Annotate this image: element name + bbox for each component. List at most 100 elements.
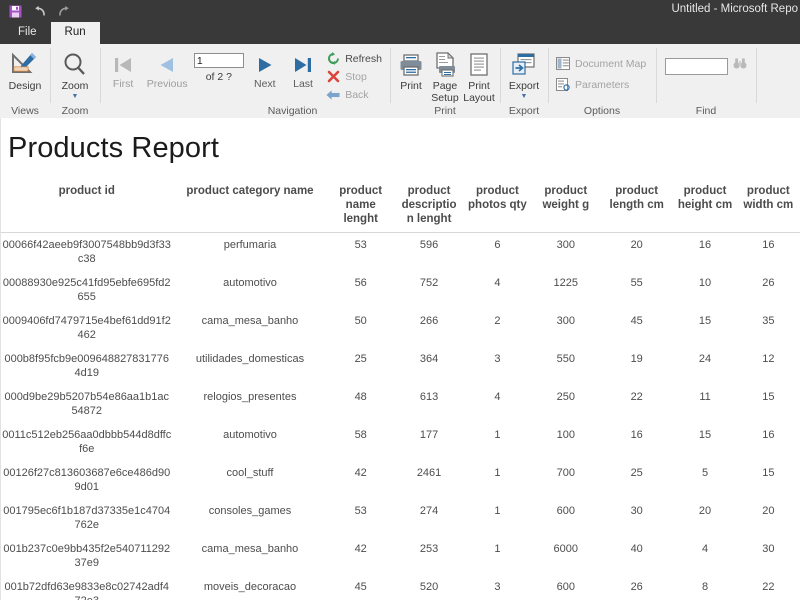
chevron-down-icon-export[interactable]: ▼ xyxy=(521,93,528,100)
navigation-actions: Refresh Stop Back xyxy=(322,47,386,103)
table-cell: 100 xyxy=(556,429,575,441)
table-cell: 30 xyxy=(630,505,643,517)
table-cell: 15 xyxy=(698,429,712,441)
export-label: Export xyxy=(508,80,540,92)
table-cell: 20 xyxy=(698,505,712,517)
table-cell: 550 xyxy=(556,353,575,365)
table-row: 000b8f95fcb9e0096488278317764d19 utilidad… xyxy=(0,347,800,385)
first-page-button[interactable]: First xyxy=(104,47,142,90)
table-cell: 001b72dfd63e9833e8c02742adf472e3 xyxy=(4,581,170,600)
page-setup-label-line2: Setup xyxy=(431,91,459,104)
table-cell: 15 xyxy=(698,315,712,327)
page-setup-button[interactable]: Page Setup xyxy=(428,47,462,104)
table-cell: 6 xyxy=(494,239,501,251)
ribbon-group-options: Document Map Parameters Options xyxy=(548,44,656,119)
table-cell: 613 xyxy=(419,391,439,403)
refresh-icon xyxy=(326,52,340,66)
table-cell: 40 xyxy=(630,543,643,555)
table-cell: utilidades_domesticas xyxy=(195,353,305,365)
last-page-label: Last xyxy=(293,78,313,90)
stop-button[interactable]: Stop xyxy=(322,68,386,85)
table-cell: 55 xyxy=(630,277,643,289)
table-cell: 19 xyxy=(630,353,643,365)
table-cell: cama_mesa_banho xyxy=(201,543,299,555)
table-cell: 35 xyxy=(762,315,775,327)
table-cell: 001795ec6f1b187d37335e1c4704762e xyxy=(3,505,171,531)
zoom-button[interactable]: Zoom ▼ xyxy=(54,47,96,100)
ribbon-tabstrip: File Run xyxy=(0,22,800,44)
print-layout-button[interactable]: Print Layout xyxy=(462,47,496,104)
print-button[interactable]: Print xyxy=(394,47,428,93)
find-input[interactable] xyxy=(665,57,728,75)
back-label: Back xyxy=(345,88,369,101)
table-cell: 3 xyxy=(494,581,501,593)
table-cell: 253 xyxy=(419,543,439,555)
redo-icon[interactable] xyxy=(56,4,71,19)
back-arrow-icon xyxy=(326,88,340,102)
document-map-button[interactable]: Document Map xyxy=(552,55,650,72)
stop-icon xyxy=(326,70,340,84)
table-cell: 16 xyxy=(698,239,712,251)
page-setup-label-line1: Page xyxy=(432,80,458,92)
table-row: 001b237c0e9bb435f2e54071129237e9 cama_mes… xyxy=(0,537,800,575)
last-page-button[interactable]: Last xyxy=(284,47,322,90)
table-row: 00088930e925c41fd95ebfe695fd2655 automoti… xyxy=(0,271,800,309)
col-header-product-height-cm: product height cm xyxy=(673,181,737,233)
last-page-icon xyxy=(292,52,314,78)
binoculars-icon[interactable] xyxy=(733,57,747,75)
table-cell: 300 xyxy=(556,315,575,327)
next-page-icon xyxy=(255,52,275,78)
first-page-label: First xyxy=(112,78,134,90)
print-layout-icon xyxy=(466,50,492,80)
page-number-input[interactable] xyxy=(193,53,244,68)
table-cell: relogios_presentes xyxy=(203,391,297,403)
first-page-icon xyxy=(112,52,134,78)
table-cell: 16 xyxy=(630,429,643,441)
save-icon[interactable] xyxy=(8,4,23,19)
ribbon-group-find-label: Find xyxy=(695,105,717,117)
parameters-button[interactable]: Parameters xyxy=(552,76,650,93)
chevron-down-icon[interactable]: ▼ xyxy=(72,93,79,100)
window-title: Untitled - Microsoft Repo xyxy=(671,3,798,15)
design-label: Design xyxy=(8,80,42,92)
print-layout-label-line1: Print xyxy=(468,80,490,92)
next-page-label: Next xyxy=(253,78,276,90)
table-cell: 53 xyxy=(354,505,367,517)
ribbon-group-print: Print Page Setup Print Layout Print xyxy=(390,44,500,119)
tab-file[interactable]: File xyxy=(4,22,51,44)
table-cell: 4 xyxy=(494,277,501,289)
table-body: 00066f42aeeb9f3007548bb9d3f33c38 perfumar… xyxy=(0,233,800,600)
ribbon-group-views: Design Views xyxy=(0,44,50,119)
previous-page-button[interactable]: Previous xyxy=(142,47,192,90)
refresh-button[interactable]: Refresh xyxy=(322,50,386,67)
report-canvas: Products Report product id product categ… xyxy=(0,118,800,600)
table-cell: 700 xyxy=(556,467,575,479)
table-cell: 26 xyxy=(762,277,775,289)
table-cell: 16 xyxy=(762,429,775,441)
document-map-icon xyxy=(556,57,570,71)
table-cell: 58 xyxy=(354,429,367,441)
table-cell: 600 xyxy=(556,581,575,593)
export-icon xyxy=(511,50,537,80)
ribbon-group-zoom: Zoom ▼ Zoom xyxy=(50,44,100,119)
back-button[interactable]: Back xyxy=(322,86,386,103)
next-page-button[interactable]: Next xyxy=(246,47,284,90)
undo-icon[interactable] xyxy=(32,4,47,19)
table-cell: 752 xyxy=(419,277,439,289)
stop-label: Stop xyxy=(345,70,367,83)
ribbon-group-print-label: Print xyxy=(434,105,456,117)
table-row: 000d9be29b5207b54e86aa1b1ac54872 relogios… xyxy=(0,385,800,423)
print-layout-label-line2: Layout xyxy=(463,91,495,104)
export-button[interactable]: Export ▼ xyxy=(504,47,544,100)
tab-run[interactable]: Run xyxy=(50,22,100,44)
table-cell: automotivo xyxy=(223,429,277,441)
table-cell: 4 xyxy=(701,543,709,555)
table-cell: cool_stuff xyxy=(226,467,274,479)
table-cell: 15 xyxy=(762,467,775,479)
previous-page-label: Previous xyxy=(146,78,188,90)
design-button[interactable]: Design xyxy=(4,47,46,93)
ribbon: Design Views Zoom ▼ Zoom First Previous … xyxy=(0,44,800,120)
ribbon-group-zoom-label: Zoom xyxy=(61,105,89,117)
table-cell: 42 xyxy=(354,467,367,479)
table-cell: 00088930e925c41fd95ebfe695fd2655 xyxy=(2,277,171,303)
